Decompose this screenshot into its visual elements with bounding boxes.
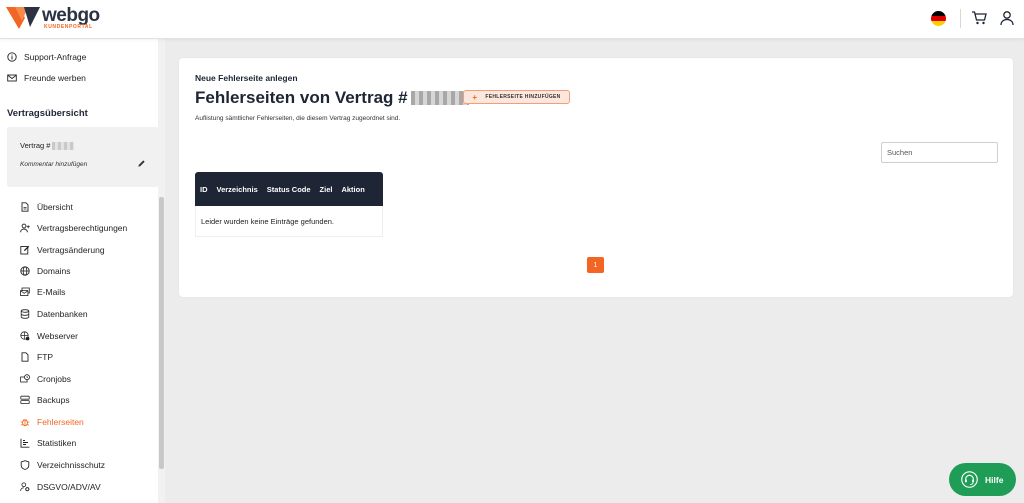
sidebar-item-label: Datenbanken xyxy=(37,309,88,319)
sidebar-item-label: Verzeichnisschutz xyxy=(37,460,106,470)
page-description: Auflistung sämtlicher Fehlerseiten, die … xyxy=(195,115,401,122)
search-input[interactable] xyxy=(881,142,998,163)
sidebar-item-datenbanken[interactable]: Datenbanken xyxy=(20,307,88,321)
sidebar-item-fehlerseiten[interactable]: Fehlerseiten xyxy=(20,415,84,429)
sidebar-item-statistiken[interactable]: Statistiken xyxy=(20,436,76,450)
add-comment-link[interactable]: Kommentar hinzufügen xyxy=(20,161,87,168)
sidebar: Support-Anfrage Freunde werben Vertragsü… xyxy=(0,39,165,503)
sidebar-link-label: Freunde werben xyxy=(24,73,86,83)
sidebar-item-label: Vertragsberechtigungen xyxy=(37,223,128,233)
error-pages-table: ID Verzeichnis Status Code Ziel Aktion L… xyxy=(195,172,383,237)
contract-number[interactable]: Vertrag # xyxy=(20,141,75,150)
sidebar-item-label: Statistiken xyxy=(37,438,77,448)
sidebar-item-label: E-Mails xyxy=(37,287,66,297)
mails-icon xyxy=(20,287,30,296)
new-error-page-link[interactable]: Neue Fehlerseite anlegen xyxy=(195,73,298,83)
top-bar: webgo KUNDENPORTAL xyxy=(0,0,1024,39)
page-title: Fehlerseiten von Vertrag # xyxy=(195,88,469,108)
cart-icon[interactable] xyxy=(971,10,987,26)
database-icon xyxy=(20,309,30,319)
info-circle-icon xyxy=(7,52,17,62)
document-icon xyxy=(21,352,29,362)
headset-icon xyxy=(961,471,978,488)
logo-tagline: KUNDENPORTAL xyxy=(44,24,93,30)
column-header-aktion[interactable]: Aktion xyxy=(341,185,364,194)
sidebar-item-label: FTP xyxy=(37,352,54,362)
add-error-page-label: FEHLERSEITE HINZUFÜGEN xyxy=(485,94,561,100)
sidebar-item-vertragsberechtigungen[interactable]: Vertragsberechtigungen xyxy=(20,221,127,235)
empty-message: Leider wurden keine Einträge gefunden. xyxy=(201,216,335,226)
file-icon xyxy=(21,202,29,212)
chart-icon xyxy=(20,438,30,448)
server-icon xyxy=(20,395,30,404)
table-header: ID Verzeichnis Status Code Ziel Aktion xyxy=(195,172,383,206)
sidebar-item-uebersicht[interactable]: Übersicht xyxy=(20,200,73,214)
contract-overview-heading: Vertragsübersicht xyxy=(7,108,88,119)
cronjob-icon xyxy=(20,374,30,383)
sidebar-item-label: Fehlerseiten xyxy=(37,417,84,427)
sidebar-item-label: Webserver xyxy=(37,331,78,341)
mail-icon xyxy=(7,74,17,82)
header-divider xyxy=(960,9,961,28)
sidebar-link-support[interactable]: Support-Anfrage xyxy=(7,52,86,62)
sidebar-item-ftp[interactable]: FTP xyxy=(20,350,53,364)
column-header-verzeichnis[interactable]: Verzeichnis xyxy=(217,185,258,194)
redacted-contract-number xyxy=(410,91,469,105)
edit-icon xyxy=(20,245,30,255)
sidebar-item-emails[interactable]: E-Mails xyxy=(20,285,65,299)
bug-icon xyxy=(20,418,30,427)
sidebar-item-domains[interactable]: Domains xyxy=(20,264,71,278)
sidebar-item-label: Übersicht xyxy=(37,202,73,212)
column-header-status-code[interactable]: Status Code xyxy=(267,185,311,194)
person-gear-icon xyxy=(20,482,30,492)
help-button[interactable]: Hilfe xyxy=(949,463,1016,496)
contract-label: Vertrag # xyxy=(20,141,51,150)
shield-icon xyxy=(20,460,30,470)
sidebar-item-label: Backups xyxy=(37,395,70,405)
sidebar-item-dsgvo[interactable]: DSGVO/ADV/AV xyxy=(20,480,101,494)
column-header-ziel[interactable]: Ziel xyxy=(320,185,333,194)
contract-card: Vertrag # Kommentar hinzufügen xyxy=(7,127,158,187)
webgo-logo[interactable]: webgo KUNDENPORTAL xyxy=(6,5,106,31)
user-plus-icon xyxy=(20,223,30,233)
sidebar-item-backups[interactable]: Backups xyxy=(20,393,70,407)
sidebar-item-label: Vertragsänderung xyxy=(37,245,105,255)
error-pages-card: Neue Fehlerseite anlegen Fehlerseiten vo… xyxy=(179,58,1013,297)
column-header-id[interactable]: ID xyxy=(200,185,208,194)
sidebar-link-label: Support-Anfrage xyxy=(24,52,87,62)
empty-table-row: Leider wurden keine Einträge gefunden. xyxy=(195,206,383,237)
globe-icon xyxy=(20,266,30,276)
sidebar-item-cronjobs[interactable]: Cronjobs xyxy=(20,372,71,386)
pencil-icon[interactable] xyxy=(137,159,146,168)
plus-icon: + xyxy=(472,92,478,102)
flag-de-icon[interactable] xyxy=(931,11,946,26)
pagination-page-button[interactable]: 1 xyxy=(587,257,604,273)
sidebar-item-verzeichnisschutz[interactable]: Verzeichnisschutz xyxy=(20,458,105,472)
sidebar-item-label: Domains xyxy=(37,266,71,276)
help-label: Hilfe xyxy=(985,474,1004,485)
sidebar-item-label: DSGVO/ADV/AV xyxy=(37,482,101,492)
add-error-page-button[interactable]: + FEHLERSEITE HINZUFÜGEN xyxy=(463,90,570,104)
sidebar-scrollbar-thumb[interactable] xyxy=(159,197,164,469)
redacted-contract-id xyxy=(52,141,75,150)
webserver-icon xyxy=(20,331,30,341)
sidebar-item-webserver[interactable]: Webserver xyxy=(20,329,78,343)
sidebar-link-referral[interactable]: Freunde werben xyxy=(7,73,86,83)
sidebar-item-vertragsaenderung[interactable]: Vertragsänderung xyxy=(20,243,105,257)
user-icon[interactable] xyxy=(999,10,1015,26)
sidebar-item-label: Cronjobs xyxy=(37,374,72,384)
page-title-text: Fehlerseiten von Vertrag # xyxy=(195,88,408,107)
